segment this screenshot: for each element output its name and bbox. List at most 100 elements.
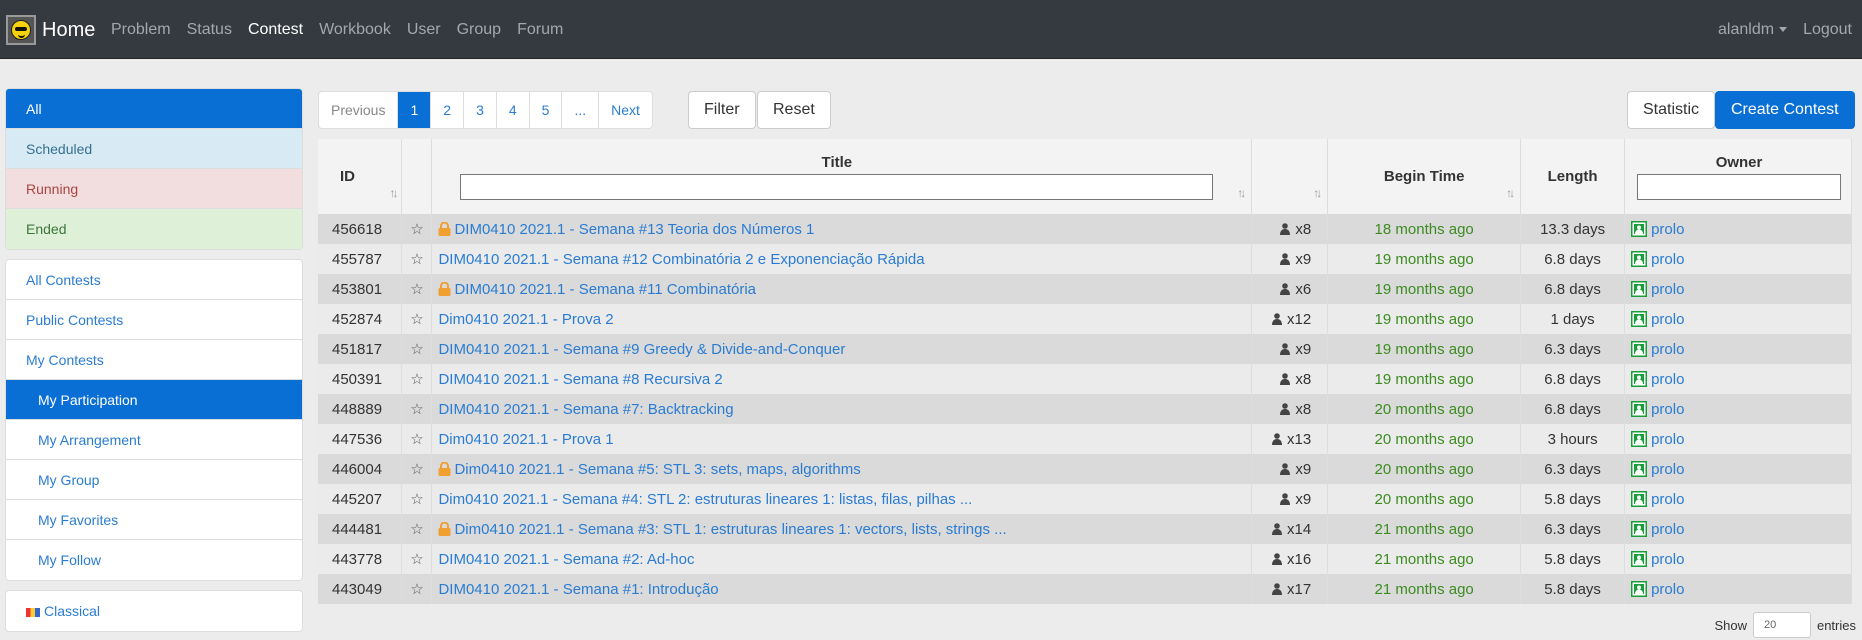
participant-count: x9: [1295, 460, 1312, 478]
sidebar-my-favorites[interactable]: My Favorites: [6, 500, 302, 540]
table-header-row: ID ↑↓ Title ↑↓ ↑↓ Begin Time ↑↓ Length Own…: [318, 139, 1852, 214]
owner-link[interactable]: prolo: [1651, 401, 1684, 418]
header-participants[interactable]: ↑↓: [1251, 139, 1329, 214]
nav-user[interactable]: User: [407, 21, 441, 39]
pagination-page-1[interactable]: 1: [398, 92, 432, 128]
contest-title-link[interactable]: DIM0410 2021.1 - Semana #8 Recursiva 2: [438, 371, 722, 388]
pagination-page-2[interactable]: 2: [431, 92, 465, 128]
create-contest-button[interactable]: Create Contest: [1715, 91, 1855, 129]
favorite-star-icon[interactable]: ☆: [401, 574, 433, 604]
owner-link[interactable]: prolo: [1651, 371, 1684, 388]
participants-cell: x14: [1251, 514, 1329, 544]
pagination-page-5[interactable]: 5: [530, 92, 563, 128]
contest-title-link[interactable]: Dim0410 2021.1 - Semana #5: STL 3: sets,…: [454, 461, 860, 478]
contest-title-link[interactable]: DIM0410 2021.1 - Semana #11 Combinatória: [454, 281, 756, 298]
pagination-ellipsis[interactable]: ...: [562, 92, 600, 128]
sidebar-all-contests[interactable]: All Contests: [6, 260, 302, 300]
user-menu[interactable]: alanldm: [1702, 21, 1788, 39]
title-cell: DIM0410 2021.1 - Semana #9 Greedy & Divi…: [431, 334, 1253, 364]
nav-problem[interactable]: Problem: [111, 21, 171, 39]
owner-link[interactable]: prolo: [1651, 281, 1684, 298]
owner-link[interactable]: prolo: [1651, 461, 1684, 478]
filter-all[interactable]: All: [6, 89, 302, 129]
favorite-star-icon[interactable]: ☆: [401, 454, 433, 484]
logout-link[interactable]: Logout: [1803, 21, 1852, 39]
begin-time: 20 months ago: [1327, 484, 1522, 514]
sidebar-my-group[interactable]: My Group: [6, 460, 302, 500]
filter-ended[interactable]: Ended: [6, 209, 302, 249]
favorite-star-icon[interactable]: ☆: [401, 394, 433, 424]
title-cell: Dim0410 2021.1 - Semana #3: STL 1: estru…: [431, 514, 1253, 544]
title-cell: DIM0410 2021.1 - Semana #7: Backtracking: [431, 394, 1253, 424]
owner-link[interactable]: prolo: [1651, 311, 1684, 328]
entries-count-input[interactable]: 20: [1752, 612, 1811, 638]
filter-button[interactable]: Filter: [688, 91, 756, 129]
contest-title-link[interactable]: Dim0410 2021.1 - Semana #4: STL 2: estru…: [438, 491, 972, 508]
table-row: 443049 ☆ DIM0410 2021.1 - Semana #1: Intro…: [318, 574, 1852, 604]
favorite-star-icon[interactable]: ☆: [401, 544, 433, 574]
owner-link[interactable]: prolo: [1651, 221, 1684, 238]
favorite-star-icon[interactable]: ☆: [401, 484, 433, 514]
header-length-label: Length: [1547, 168, 1598, 185]
favorite-star-icon[interactable]: ☆: [401, 274, 433, 304]
reset-button[interactable]: Reset: [757, 91, 831, 129]
user-icon: [1280, 342, 1291, 355]
contest-title-link[interactable]: DIM0410 2021.1 - Semana #7: Backtracking: [438, 401, 733, 418]
nav-group[interactable]: Group: [457, 21, 501, 39]
favorite-star-icon[interactable]: ☆: [401, 364, 433, 394]
contest-title-link[interactable]: DIM0410 2021.1 - Semana #9 Greedy & Divi…: [438, 341, 845, 358]
owner-filter-input[interactable]: [1637, 173, 1841, 200]
participant-count: x8: [1295, 400, 1312, 418]
pagination-page-4[interactable]: 4: [497, 92, 530, 128]
filter-running[interactable]: Running: [6, 169, 302, 209]
status-filter-group: All Scheduled Running Ended: [5, 88, 303, 250]
favorite-star-icon[interactable]: ☆: [401, 244, 433, 274]
sidebar: All Scheduled Running Ended All Contests…: [5, 88, 303, 640]
nav-forum[interactable]: Forum: [517, 21, 563, 39]
begin-time: 20 months ago: [1327, 424, 1522, 454]
favorite-star-icon[interactable]: ☆: [401, 214, 433, 244]
sidebar-my-arrangement[interactable]: My Arrangement: [6, 420, 302, 460]
sidebar-my-participation[interactable]: My Participation: [6, 380, 302, 420]
contest-title-link[interactable]: Dim0410 2021.1 - Prova 2: [438, 311, 613, 328]
nav-workbook[interactable]: Workbook: [319, 21, 391, 39]
sidebar-classical[interactable]: Classical: [6, 591, 302, 631]
owner-link[interactable]: prolo: [1651, 581, 1684, 598]
contest-title-link[interactable]: Dim0410 2021.1 - Semana #3: STL 1: estru…: [454, 521, 1006, 538]
favorite-star-icon[interactable]: ☆: [401, 304, 433, 334]
contest-title-link[interactable]: DIM0410 2021.1 - Semana #12 Combinatória…: [438, 251, 924, 268]
owner-link[interactable]: prolo: [1651, 341, 1684, 358]
owner-cell: prolo: [1624, 364, 1852, 394]
lock-icon: [438, 221, 451, 236]
nav-status[interactable]: Status: [187, 21, 232, 39]
pagination-page-3[interactable]: 3: [464, 92, 497, 128]
contest-length: 5.8 days: [1520, 484, 1626, 514]
header-id[interactable]: ID ↑↓: [318, 139, 403, 214]
favorite-star-icon[interactable]: ☆: [401, 514, 433, 544]
favorite-star-icon[interactable]: ☆: [401, 424, 433, 454]
owner-link[interactable]: prolo: [1651, 521, 1684, 538]
contest-title-link[interactable]: DIM0410 2021.1 - Semana #2: Ad-hoc: [438, 551, 694, 568]
header-begin-time[interactable]: Begin Time ↑↓: [1327, 139, 1522, 214]
filter-scheduled[interactable]: Scheduled: [6, 129, 302, 169]
contest-title-link[interactable]: DIM0410 2021.1 - Semana #1: Introdução: [438, 581, 718, 598]
owner-link[interactable]: prolo: [1651, 431, 1684, 448]
sort-icon: ↑↓: [1313, 186, 1322, 200]
user-icon: [1280, 492, 1291, 505]
owner-avatar-icon: [1631, 520, 1648, 537]
favorite-star-icon[interactable]: ☆: [401, 334, 433, 364]
pagination-previous[interactable]: Previous: [319, 92, 399, 128]
contest-title-link[interactable]: Dim0410 2021.1 - Prova 1: [438, 431, 613, 448]
statistic-button[interactable]: Statistic: [1627, 91, 1716, 129]
contest-title-link[interactable]: DIM0410 2021.1 - Semana #13 Teoria dos N…: [454, 221, 814, 238]
sidebar-my-contests[interactable]: My Contests: [6, 340, 302, 380]
owner-link[interactable]: prolo: [1651, 251, 1684, 268]
pagination-next[interactable]: Next: [599, 92, 652, 128]
nav-contest[interactable]: Contest: [248, 21, 303, 39]
owner-link[interactable]: prolo: [1651, 491, 1684, 508]
sidebar-public-contests[interactable]: Public Contests: [6, 300, 302, 340]
brand-home-link[interactable]: Home: [6, 14, 95, 46]
sidebar-my-follow[interactable]: My Follow: [6, 540, 302, 580]
title-filter-input[interactable]: [460, 173, 1214, 200]
owner-link[interactable]: prolo: [1651, 551, 1684, 568]
